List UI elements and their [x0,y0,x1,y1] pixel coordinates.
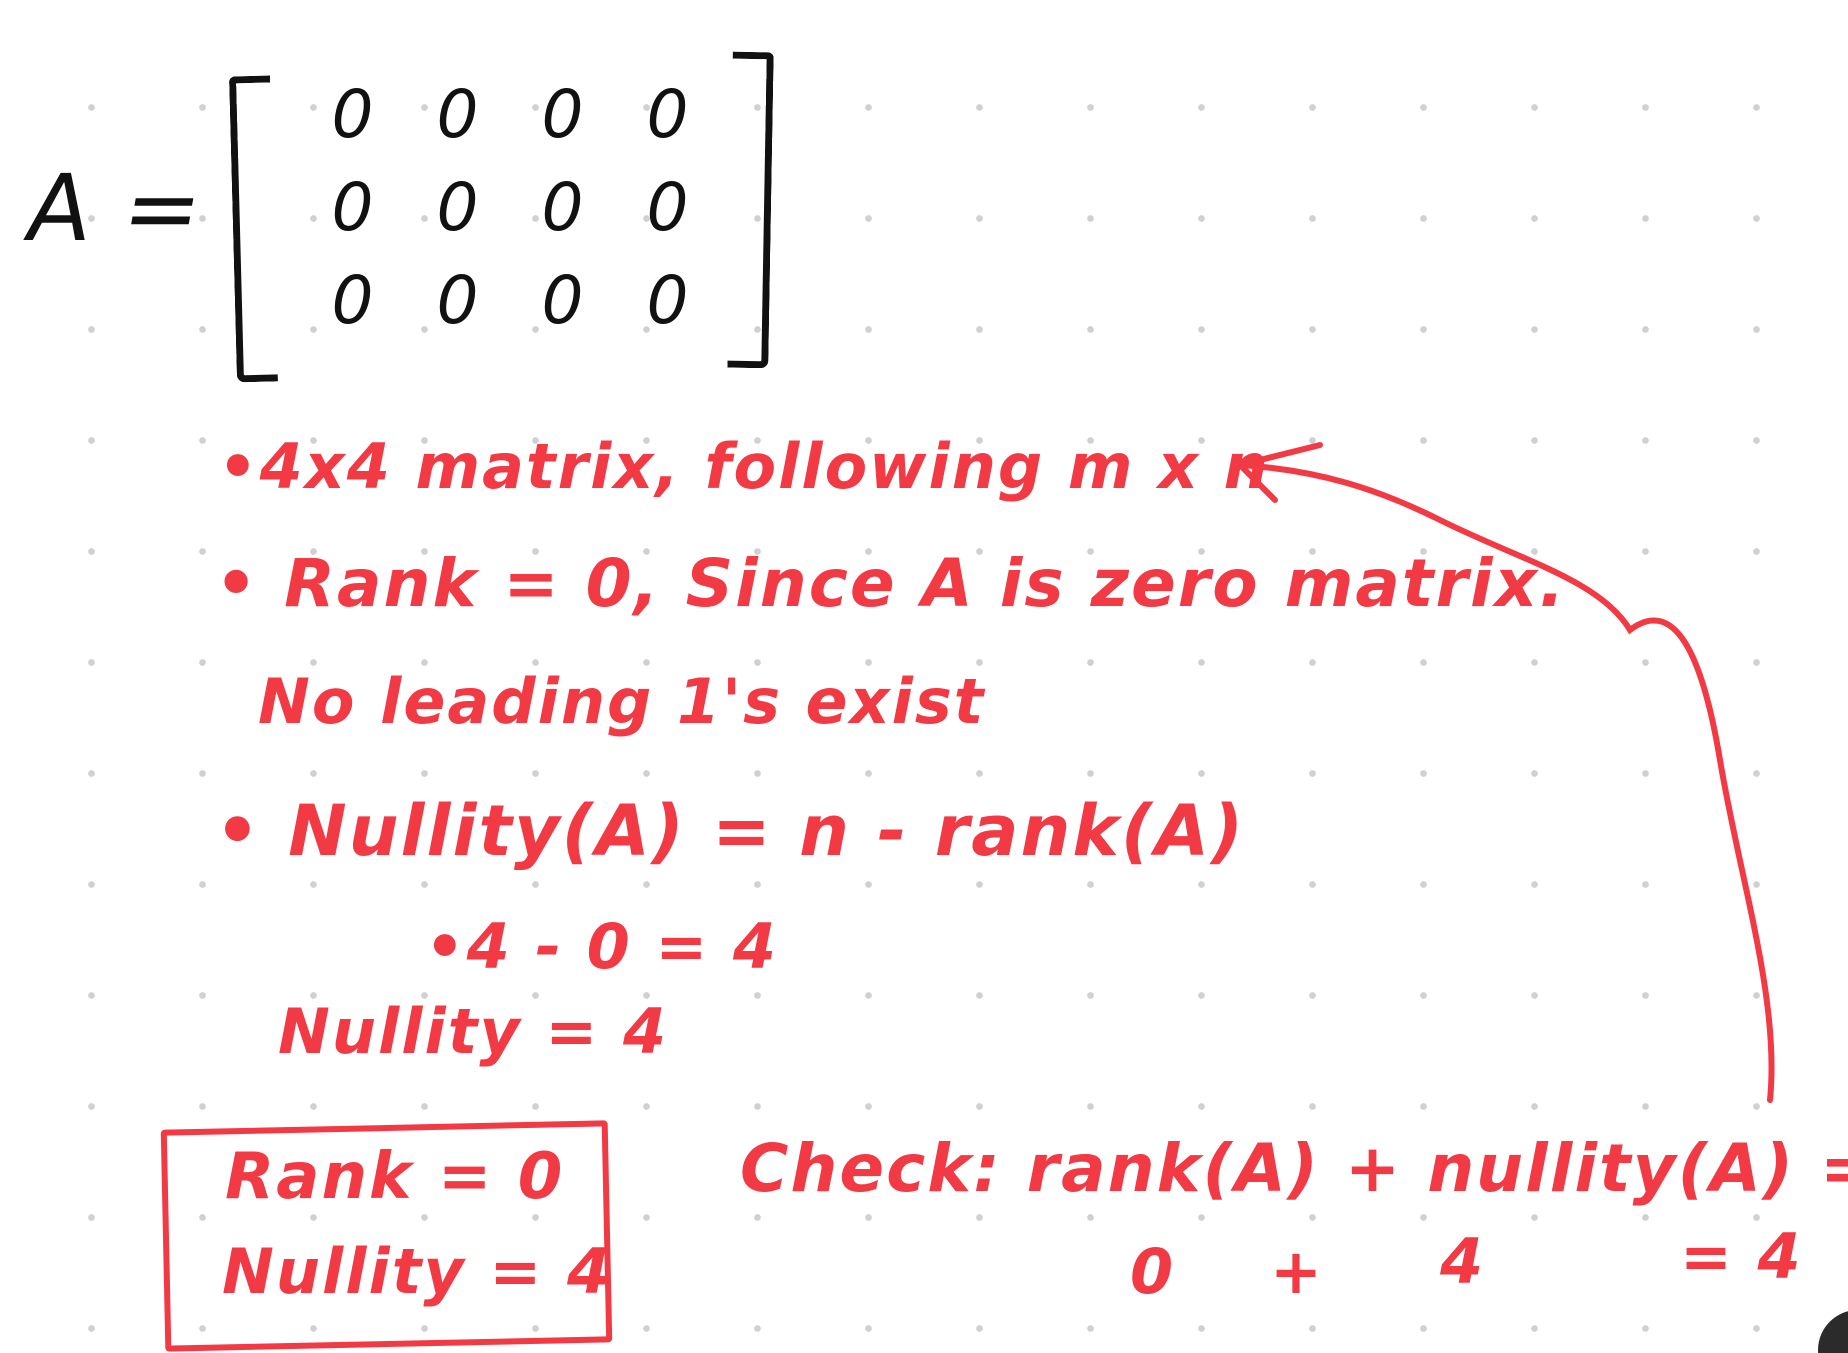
matrix-cell: 0 [541,262,584,339]
result-nullity: Nullity = 4 [222,1235,613,1308]
note-nullity-calculation: •4 - 0 = 4 [425,910,779,983]
matrix-cell: 0 [331,76,374,153]
check-equation: Check: rank(A) + nullity(A) = n [740,1130,1848,1207]
result-rank: Rank = 0 [225,1140,565,1214]
matrix-cell: 0 [646,262,689,339]
matrix-cell: 0 [541,76,584,153]
check-value-rank: 0 [1130,1235,1176,1308]
matrix-cell: 0 [541,169,584,246]
check-value-result: = 4 [1680,1220,1803,1293]
note-nullity-formula: • Nullity(A) = n - rank(A) [215,790,1246,872]
check-value-nullity: 4 [1440,1225,1486,1298]
matrix-cell: 0 [646,169,689,246]
note-no-leading-ones: No leading 1's exist [258,665,986,738]
note-canvas[interactable]: A = 0 0 0 0 0 0 0 0 0 0 0 0 •4x4 matrix,… [0,0,1848,1353]
note-matrix-size: •4x4 matrix, following m x n [218,430,1270,503]
matrix-grid: 0 0 0 0 0 0 0 0 0 0 0 0 [300,68,720,348]
matrix-right-bracket [727,51,774,369]
matrix-cell: 0 [436,169,479,246]
matrix-cell: 0 [331,169,374,246]
matrix-cell: 0 [331,262,374,339]
matrix-cell: 0 [436,76,479,153]
check-value-plus: + [1270,1235,1324,1308]
note-rank: • Rank = 0, Since A is zero matrix. [215,545,1567,622]
matrix-label: A = [18,155,213,262]
matrix-cell: 0 [646,76,689,153]
matrix-cell: 0 [436,262,479,339]
matrix-left-bracket [229,75,278,383]
note-nullity-result: Nullity = 4 [278,995,669,1068]
floating-tool-button[interactable] [1818,1310,1848,1353]
